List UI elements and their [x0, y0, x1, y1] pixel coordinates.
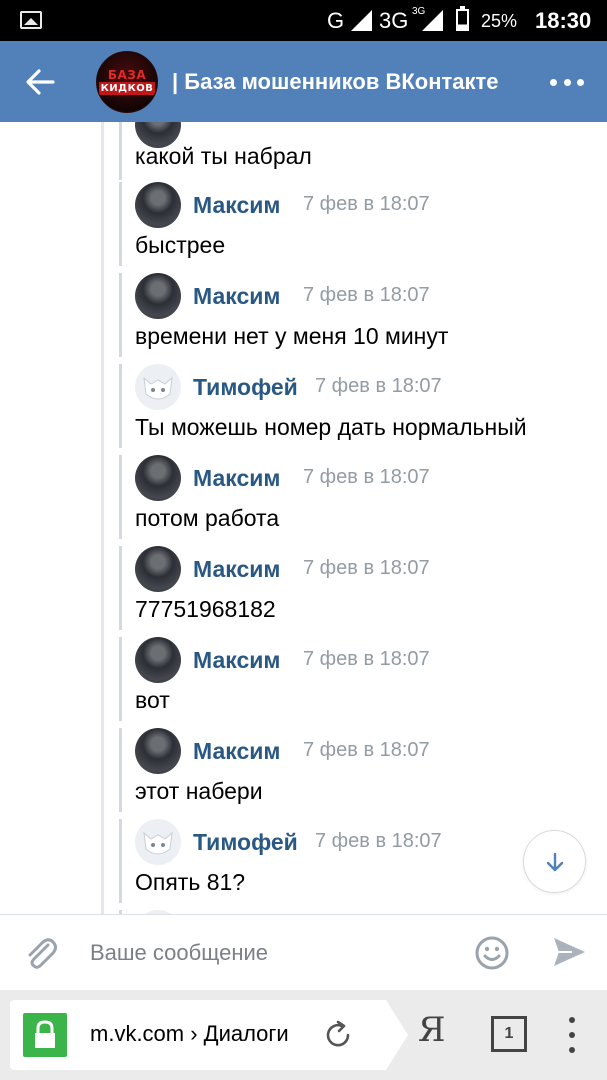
compose-bar: [0, 914, 607, 990]
scroll-down-button[interactable]: [523, 830, 586, 893]
send-button[interactable]: [550, 933, 588, 971]
thread-line: [101, 122, 104, 914]
emoji-button[interactable]: [474, 935, 510, 971]
message-item[interactable]: Максим 7 фев в 18:07 потом работа: [119, 455, 607, 539]
message-text: времени нет у меня 10 минут: [135, 323, 449, 349]
message-bar: [119, 546, 122, 630]
avatar[interactable]: [135, 455, 181, 501]
dot-icon: [569, 1047, 575, 1053]
browser-menu-button[interactable]: [566, 1017, 578, 1053]
message-bar: [119, 364, 122, 448]
dot-icon: [569, 1032, 575, 1038]
avatar-logo-line1: БАЗА: [107, 68, 147, 82]
message-text: какой ты набрал: [135, 143, 312, 169]
avatar[interactable]: [135, 637, 181, 683]
avatar[interactable]: [135, 273, 181, 319]
signal-icon-2: [422, 10, 443, 31]
avatar[interactable]: [135, 546, 181, 592]
status-bar: G 3G 3G 25% 18:30: [0, 0, 607, 41]
message-bar: [119, 819, 122, 903]
message-input[interactable]: [90, 935, 460, 971]
group-avatar[interactable]: БАЗА КИДКОВ: [96, 51, 158, 113]
cat-avatar-icon: [143, 376, 173, 400]
message-item[interactable]: Тимофей 7 фев в 18:07 Ты можешь номер да…: [119, 364, 607, 448]
dot-icon: [550, 78, 557, 86]
network-type: G: [327, 8, 345, 33]
arrow-left-icon: [26, 69, 55, 95]
message-item[interactable]: Максим 7 фев в 18:07 77751968182: [119, 546, 607, 630]
network-3g: 3G: [379, 8, 409, 33]
url-text[interactable]: m.vk.com › Диалоги: [90, 1021, 310, 1047]
reload-button[interactable]: [322, 1019, 354, 1051]
message-bar: [119, 182, 122, 266]
smile-icon: [475, 936, 509, 970]
battery-icon: [456, 6, 469, 31]
message-list[interactable]: какой ты набрал Максим 7 фев в 18:07 быс…: [0, 122, 607, 914]
message-text: Ты можешь номер дать нормальный: [135, 414, 527, 440]
message-bar: [119, 728, 122, 812]
message-author[interactable]: Тимофей: [193, 829, 298, 856]
message-time: 7 фев в 18:07: [303, 193, 430, 215]
clock: 18:30: [535, 8, 592, 33]
message-item[interactable]: какой ты набрал: [119, 122, 607, 180]
message-author[interactable]: Тимофей: [193, 374, 298, 401]
gallery-notification-icon: [20, 11, 42, 29]
chat-title[interactable]: | База мошенников ВКонтакте: [172, 69, 524, 95]
battery-percent: 25%: [481, 11, 518, 31]
dot-icon: [563, 78, 571, 86]
reload-icon: [326, 1020, 350, 1047]
more-options-button[interactable]: [550, 69, 584, 95]
tabs-button[interactable]: 1: [491, 1016, 527, 1052]
yandex-button[interactable]: Я: [418, 1010, 445, 1050]
dot-icon: [569, 1017, 575, 1023]
back-button[interactable]: [14, 57, 66, 107]
cat-avatar-icon: [143, 831, 173, 855]
address-bar[interactable]: m.vk.com › Диалоги: [10, 1000, 408, 1070]
message-item[interactable]: Максим 7 фев в 18:07 быстрее: [119, 182, 607, 266]
avatar[interactable]: [135, 364, 181, 410]
message-bar: [119, 637, 122, 721]
message-author[interactable]: Максим: [193, 192, 280, 219]
attach-button[interactable]: [20, 933, 60, 973]
paperclip-icon: [28, 938, 57, 969]
send-icon: [554, 938, 585, 966]
message-item[interactable]: Максим 7 фев в 18:07 времени нет у меня …: [119, 273, 607, 357]
chat-header: БАЗА КИДКОВ | База мошенников ВКонтакте: [0, 41, 607, 122]
message-author[interactable]: Максим: [193, 738, 280, 765]
message-text: этот набери: [135, 778, 263, 804]
message-time: 7 фев в 18:07: [315, 830, 442, 852]
message-time: 7 фев в 18:07: [303, 648, 430, 670]
message-text: быстрее: [135, 232, 226, 258]
screen: G 3G 3G 25% 18:30 БАЗА КИДКОВ | База мош…: [0, 0, 607, 1080]
message-bar: [119, 273, 122, 357]
avatar[interactable]: [135, 819, 181, 865]
message-text: потом работа: [135, 505, 280, 531]
message-author[interactable]: Максим: [193, 556, 280, 583]
avatar[interactable]: [135, 182, 181, 228]
message-time: 7 фев в 18:07: [315, 375, 442, 397]
message-bar: [119, 455, 122, 539]
lock-icon: [23, 1013, 67, 1057]
message-author[interactable]: Максим: [193, 465, 280, 492]
avatar[interactable]: [135, 728, 181, 774]
message-item[interactable]: Максим 7 фев в 18:07 этот набери: [119, 728, 607, 812]
message-time: 7 фев в 18:07: [303, 739, 430, 761]
message-bar: [119, 122, 122, 180]
dot-icon: [577, 78, 584, 86]
avatar-logo-line2: КИДКОВ: [98, 82, 156, 95]
message-time: 7 фев в 18:07: [303, 557, 430, 579]
message-time: 7 фев в 18:07: [303, 466, 430, 488]
message-item[interactable]: Максим 7 фев в 18:07 вот: [119, 637, 607, 721]
message-author[interactable]: Максим: [193, 283, 280, 310]
message-text: вот: [135, 687, 170, 713]
message-author[interactable]: Максим: [193, 647, 280, 674]
message-text: Опять 81?: [135, 869, 246, 895]
message-time: 7 фев в 18:07: [303, 284, 430, 306]
message-text: 77751968182: [135, 596, 276, 622]
signal-icon: [351, 10, 372, 31]
arrow-down-icon: [546, 852, 563, 871]
